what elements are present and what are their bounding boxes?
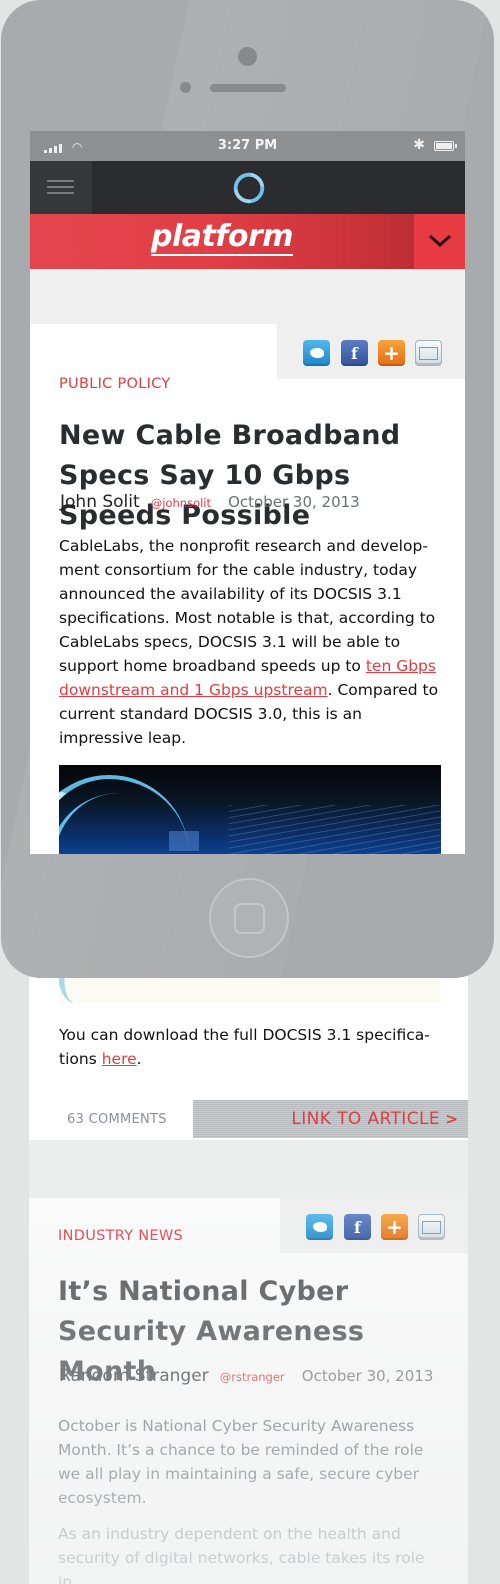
top-navigation (30, 161, 465, 214)
image-glow (169, 831, 199, 851)
author-name[interactable]: Random Stranger (59, 1366, 209, 1386)
article-footer: 63 COMMENTS LINK TO ARTICLE > (29, 1100, 468, 1140)
home-button[interactable] (209, 878, 289, 958)
content-top-gap (30, 269, 465, 324)
article-body: CableLabs, the nonprofit research and de… (59, 534, 442, 750)
download-paragraph: You can download the full DOCSIS 3.1 spe… (59, 1023, 439, 1071)
camera-icon (238, 47, 257, 66)
article-image-bottom (59, 975, 441, 1003)
link-to-article-label: LINK TO ARTICLE (291, 1109, 440, 1129)
image-lines (229, 805, 441, 854)
hamburger-line (47, 192, 74, 194)
link-to-article-button[interactable]: LINK TO ARTICLE > (193, 1100, 468, 1138)
article-body-continued: As an industry dependent on the health a… (58, 1525, 425, 1584)
email-icon[interactable] (415, 340, 442, 366)
article-separator (29, 1140, 468, 1198)
status-bar: ◠ 3:27 PM ✱ (30, 131, 465, 161)
platform-wordmark[interactable]: platform (30, 219, 414, 256)
facebook-icon[interactable]: f (344, 1214, 371, 1240)
share-bar: f + (277, 324, 465, 379)
share-bar: f + (280, 1198, 468, 1253)
article-card: f + PUBLIC POLICY New Cable Broadband Sp… (30, 324, 465, 854)
article-category[interactable]: PUBLIC POLICY (59, 376, 171, 392)
home-square-icon (234, 903, 265, 934)
article-card: f + INDUSTRY NEWS It’s National Cyber Se… (29, 1198, 468, 1584)
article-body: October is National Cyber Security Aware… (58, 1417, 424, 1507)
author-handle[interactable]: @rstranger (220, 1370, 285, 1384)
brand-bar: platform (30, 214, 465, 269)
article-image (59, 765, 441, 854)
facebook-icon[interactable]: f (341, 340, 368, 366)
plus-share-icon[interactable]: + (378, 340, 405, 366)
publish-date: October 30, 2013 (301, 1367, 434, 1385)
phone-frame: ◠ 3:27 PM ✱ platform f + PUBLIC POLICY N… (1, 0, 494, 978)
hamburger-line (47, 180, 74, 182)
email-icon[interactable] (418, 1214, 445, 1240)
logo-icon[interactable] (230, 169, 268, 207)
proximity-sensor (180, 82, 191, 93)
download-link[interactable]: here (102, 1050, 137, 1068)
wordmark-text: platform (150, 219, 294, 256)
hamburger-menu-button[interactable] (30, 161, 92, 214)
author-name[interactable]: John Solit (60, 492, 140, 512)
battery-icon (434, 141, 457, 151)
chevron-down-icon (428, 234, 452, 248)
byline: Random Stranger @rstranger October 30, 2… (59, 1366, 433, 1390)
download-text-end: . (136, 1050, 142, 1068)
publish-date: October 30, 2013 (228, 493, 360, 511)
status-time: 3:27 PM (217, 138, 278, 153)
hamburger-line (47, 186, 74, 188)
twitter-icon[interactable] (303, 340, 330, 366)
comments-link[interactable]: 63 COMMENTS (67, 1112, 167, 1127)
bluetooth-icon: ✱ (413, 137, 425, 153)
byline: John Solit @johnsolit October 30, 2013 (60, 492, 360, 516)
speaker-grille (210, 84, 286, 92)
plus-share-icon[interactable]: + (381, 1214, 408, 1240)
article-title[interactable]: New Cable Broadband Specs Say 10 Gbps Sp… (59, 416, 449, 536)
body-text-segment: CableLabs, the nonprofit research and de… (59, 537, 436, 675)
article-category[interactable]: INDUSTRY NEWS (58, 1228, 183, 1244)
phone-screen: ◠ 3:27 PM ✱ platform f + PUBLIC POLICY N… (30, 131, 465, 854)
chevron-right-icon: > (445, 1110, 458, 1128)
page: You can download the full DOCSIS 3.1 spe… (0, 0, 500, 1584)
twitter-icon[interactable] (306, 1214, 333, 1240)
section-dropdown-button[interactable] (414, 214, 465, 269)
article-continuation: You can download the full DOCSIS 3.1 spe… (29, 975, 468, 1584)
author-handle[interactable]: @johnsolit (151, 496, 211, 510)
